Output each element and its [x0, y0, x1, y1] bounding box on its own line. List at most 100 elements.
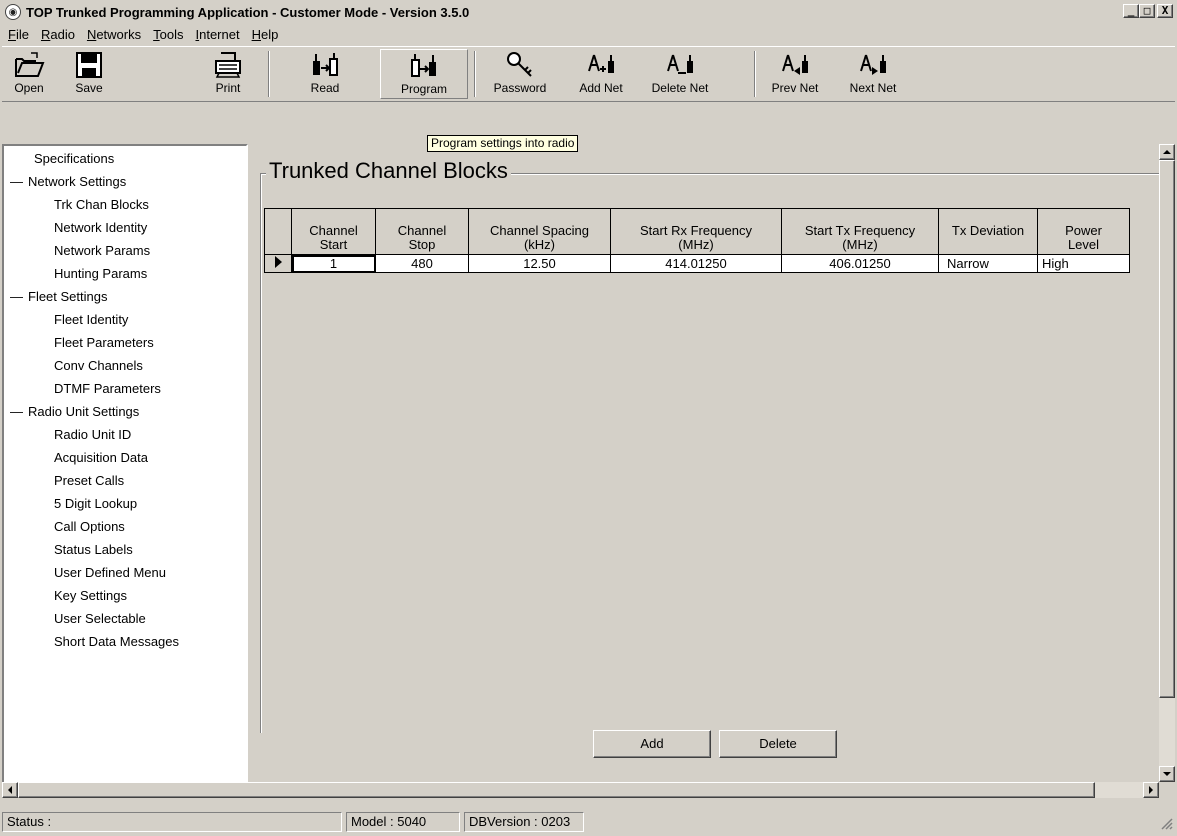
- tree-item-dtmf-parameters[interactable]: DTMF Parameters: [54, 380, 161, 400]
- tree-item-call-options[interactable]: Call Options: [54, 518, 125, 538]
- tree-item-key-settings[interactable]: Key Settings: [54, 587, 127, 607]
- menu-help[interactable]: Help: [246, 27, 285, 42]
- delete-net-label: Delete Net: [651, 81, 709, 95]
- password-button[interactable]: Password: [480, 49, 560, 99]
- column-header-channel-start[interactable]: Channel Start: [291, 208, 376, 255]
- header-line: (MHz): [678, 237, 714, 252]
- save-label: Save: [75, 81, 103, 95]
- tree-item-short-data-messages[interactable]: Short Data Messages: [54, 633, 179, 653]
- add-button[interactable]: Add: [593, 730, 711, 758]
- column-header-power-level[interactable]: Power Level: [1037, 208, 1130, 255]
- minimize-button[interactable]: _: [1123, 4, 1139, 18]
- next-net-button[interactable]: Next Net: [838, 49, 908, 99]
- table-row[interactable]: 1 480 12.50 414.01250 406.01250 Narrow H…: [264, 254, 1130, 273]
- tree-item-specifications[interactable]: Specifications: [34, 150, 114, 170]
- print-label: Print: [215, 81, 241, 95]
- delete-net-button[interactable]: Delete Net: [642, 49, 718, 99]
- cell-start-tx-frequency[interactable]: 406.01250: [781, 254, 939, 273]
- header-line: Stop: [408, 237, 436, 252]
- tree-item-status-labels[interactable]: Status Labels: [54, 541, 133, 561]
- menu-radio-accel: R: [40, 26, 51, 42]
- delete-network-icon: [642, 49, 718, 81]
- header-line: Level: [1067, 237, 1100, 252]
- tree-item-conv-channels[interactable]: Conv Channels: [54, 357, 143, 377]
- column-header-tx-deviation[interactable]: Tx Deviation: [938, 208, 1038, 255]
- add-net-label: Add Net: [579, 81, 623, 95]
- menu-internet-label: nternet: [199, 26, 240, 42]
- scroll-right-button[interactable]: [1143, 782, 1159, 798]
- scroll-up-button[interactable]: [1159, 144, 1175, 160]
- scroll-down-button[interactable]: [1159, 766, 1175, 782]
- delete-button[interactable]: Delete: [719, 730, 837, 758]
- menu-file-accel: F: [8, 26, 16, 42]
- tree-item-acquisition-data[interactable]: Acquisition Data: [54, 449, 148, 469]
- add-network-icon: [568, 49, 634, 81]
- tree-item-trk-chan-blocks[interactable]: Trk Chan Blocks: [54, 196, 149, 216]
- program-button[interactable]: Program: [380, 49, 468, 99]
- read-button[interactable]: Read: [294, 49, 356, 99]
- tree-item-radio-unit-id[interactable]: Radio Unit ID: [54, 426, 131, 446]
- tree-item-network-settings-label: Network Settings: [28, 174, 127, 189]
- prev-net-button[interactable]: Prev Net: [760, 49, 830, 99]
- tree-item-fleet-settings[interactable]: — Fleet Settings: [10, 288, 108, 308]
- arrow-left-icon: [8, 786, 12, 794]
- cell-tx-deviation[interactable]: Narrow: [938, 254, 1038, 273]
- tree-item-user-selectable[interactable]: User Selectable: [54, 610, 146, 630]
- cell-power-level[interactable]: High: [1037, 254, 1130, 273]
- column-header-channel-stop[interactable]: Channel Stop: [375, 208, 469, 255]
- current-row-arrow-icon: [274, 256, 282, 268]
- horizontal-scroll-thumb[interactable]: [18, 782, 1095, 798]
- collapse-icon[interactable]: —: [10, 288, 28, 306]
- resize-grip-icon[interactable]: [1161, 818, 1173, 830]
- cell-channel-start[interactable]: 1: [291, 254, 376, 273]
- column-header-start-rx-frequency[interactable]: Start Rx Frequency (MHz): [610, 208, 782, 255]
- tree-item-5-digit-lookup[interactable]: 5 Digit Lookup: [54, 495, 137, 515]
- tree-item-network-params[interactable]: Network Params: [54, 242, 150, 262]
- column-header-channel-spacing[interactable]: Channel Spacing (kHz): [468, 208, 611, 255]
- next-net-label: Next Net: [849, 81, 897, 95]
- header-line: Start: [319, 237, 348, 252]
- status-db-version: DBVersion : 0203: [464, 812, 584, 832]
- tree-item-user-defined-menu[interactable]: User Defined Menu: [54, 564, 166, 584]
- arrow-right-icon: [1149, 786, 1153, 794]
- arrow-down-icon: [1163, 772, 1171, 776]
- tree-item-radio-unit-settings[interactable]: — Radio Unit Settings: [10, 403, 139, 423]
- page-title: Trunked Channel Blocks: [266, 158, 511, 184]
- tree-item-hunting-params[interactable]: Hunting Params: [54, 265, 147, 285]
- collapse-icon[interactable]: —: [10, 403, 28, 421]
- save-button[interactable]: Save: [54, 49, 124, 99]
- title-bar[interactable]: ◉ TOP Trunked Programming Application - …: [2, 2, 1175, 22]
- cell-start-rx-frequency[interactable]: 414.01250: [610, 254, 782, 273]
- add-net-button[interactable]: Add Net: [568, 49, 634, 99]
- maximize-button[interactable]: □: [1139, 4, 1155, 18]
- vertical-scroll-thumb[interactable]: [1159, 160, 1175, 698]
- toolbar-separator: [474, 51, 476, 97]
- open-button[interactable]: Open: [6, 49, 52, 99]
- tree-item-radio-unit-settings-label: Radio Unit Settings: [28, 404, 140, 419]
- print-button[interactable]: Print: [198, 49, 258, 99]
- horizontal-scrollbar[interactable]: [2, 782, 1159, 798]
- tree-item-fleet-identity[interactable]: Fleet Identity: [54, 311, 128, 331]
- close-button[interactable]: X: [1157, 4, 1173, 18]
- tree-item-network-identity[interactable]: Network Identity: [54, 219, 147, 239]
- cell-channel-stop[interactable]: 480: [375, 254, 469, 273]
- tree-item-preset-calls[interactable]: Preset Calls: [54, 472, 124, 492]
- settings-tree[interactable]: Specifications — Network Settings Trk Cha…: [2, 144, 248, 784]
- floppy-disk-icon: [54, 49, 124, 81]
- row-selector[interactable]: [264, 254, 292, 273]
- header-line: (MHz): [842, 237, 878, 252]
- menu-radio[interactable]: Radio: [35, 27, 81, 42]
- menu-tools[interactable]: Tools: [147, 27, 189, 42]
- menu-networks[interactable]: Networks: [81, 27, 147, 42]
- menu-internet[interactable]: Internet: [189, 27, 245, 42]
- vertical-scrollbar[interactable]: [1159, 144, 1175, 782]
- tree-item-network-settings[interactable]: — Network Settings: [10, 173, 126, 193]
- tree-item-fleet-parameters[interactable]: Fleet Parameters: [54, 334, 154, 354]
- scroll-left-button[interactable]: [2, 782, 18, 798]
- collapse-icon[interactable]: —: [10, 173, 28, 191]
- column-header-start-tx-frequency[interactable]: Start Tx Frequency (MHz): [781, 208, 939, 255]
- cell-channel-spacing[interactable]: 12.50: [468, 254, 611, 273]
- status-text: Status :: [2, 812, 342, 832]
- menu-file[interactable]: File: [2, 27, 35, 42]
- prev-net-label: Prev Net: [771, 81, 819, 95]
